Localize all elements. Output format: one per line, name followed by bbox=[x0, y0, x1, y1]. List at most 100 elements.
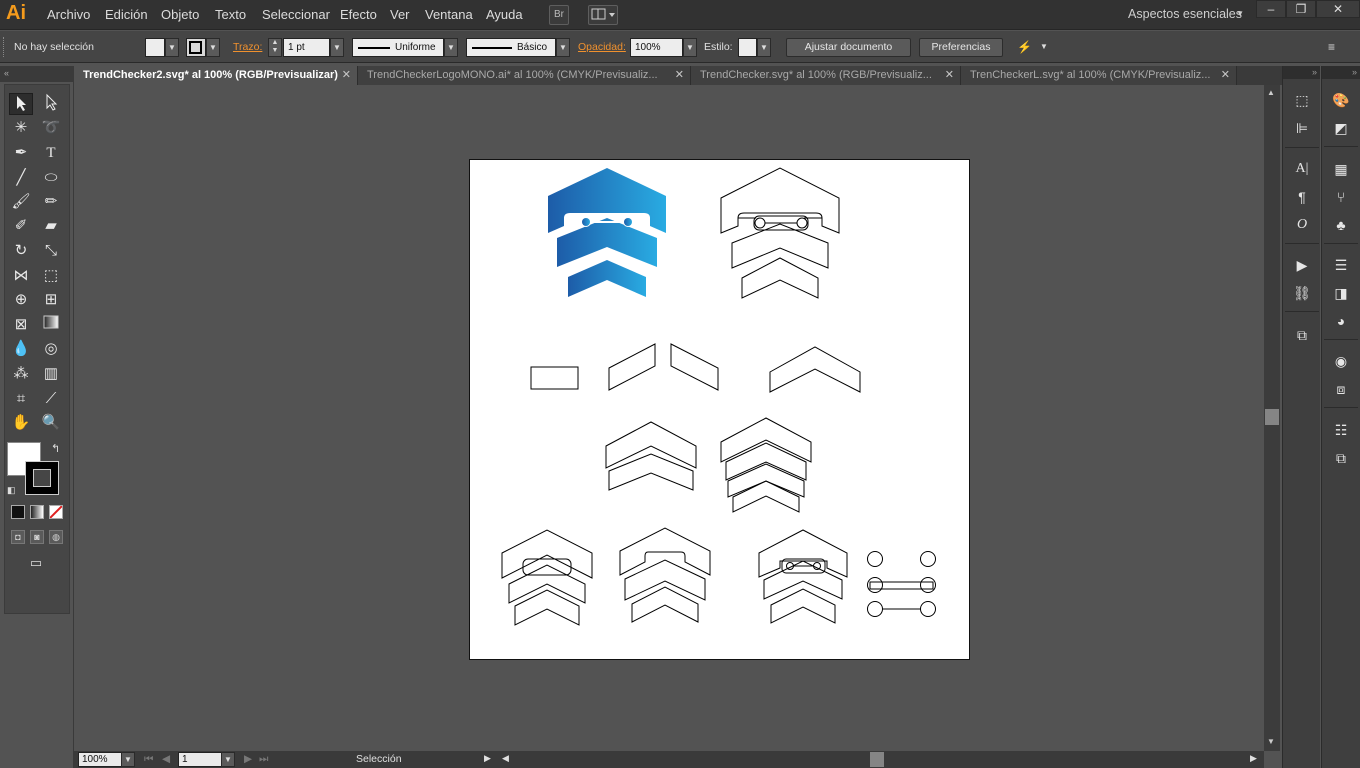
tools-panel-header[interactable]: « bbox=[0, 66, 74, 82]
canvas-area[interactable] bbox=[74, 85, 1264, 751]
none-mode-icon[interactable] bbox=[49, 505, 63, 519]
menu-efecto[interactable]: Efecto bbox=[340, 7, 377, 22]
appearance-panel-icon[interactable]: ◉ bbox=[1328, 350, 1354, 372]
arrange-dropdown-icon[interactable]: ▼ bbox=[1040, 42, 1048, 51]
stroke-weight-stepper[interactable]: ▲ ▼ bbox=[268, 38, 282, 57]
magic-wand-tool-icon[interactable]: ✳ bbox=[9, 117, 33, 139]
preferences-button[interactable]: Preferencias bbox=[919, 38, 1003, 57]
symbol-sprayer-tool-icon[interactable]: ⁂ bbox=[9, 363, 33, 385]
style-dropdown[interactable]: ▼ bbox=[757, 38, 771, 57]
next-artboard-icon[interactable]: ▶ bbox=[244, 753, 252, 765]
menu-ayuda[interactable]: Ayuda bbox=[486, 7, 523, 22]
prev-artboard-icon[interactable]: ◀ bbox=[162, 753, 170, 765]
control-bar-grip[interactable] bbox=[3, 37, 5, 57]
actions-panel-icon[interactable]: ▶ bbox=[1289, 254, 1315, 276]
menu-objeto[interactable]: Objeto bbox=[161, 7, 199, 22]
workspace-dropdown-icon[interactable]: ▼ bbox=[1236, 9, 1244, 18]
menu-edicion[interactable]: Edición bbox=[105, 7, 148, 22]
opacity-field[interactable]: 100% bbox=[630, 38, 683, 57]
transform-panel-icon[interactable]: ⬚ bbox=[1289, 89, 1315, 111]
tab-trendchecker2[interactable]: TrendChecker2.svg* al 100% (RGB/Previsua… bbox=[74, 66, 358, 85]
tab-trendcheckerlogomono[interactable]: TrendCheckerLogoMONO.ai* al 100% (CMYK/P… bbox=[358, 66, 691, 85]
horizontal-scroll-thumb[interactable] bbox=[870, 752, 884, 767]
fill-dropdown[interactable]: ▼ bbox=[165, 38, 179, 57]
gradient-mode-icon[interactable] bbox=[30, 505, 44, 519]
paintbrush-tool-icon[interactable]: 🖌 bbox=[9, 191, 33, 213]
stroke-color-box[interactable] bbox=[25, 461, 59, 495]
brushes-panel-icon[interactable]: ⑂ bbox=[1328, 186, 1354, 208]
swap-fill-stroke-icon[interactable]: ↰ bbox=[51, 442, 60, 455]
restore-button[interactable]: ❐ bbox=[1286, 0, 1316, 18]
scroll-left-icon[interactable]: ◀ bbox=[502, 753, 509, 764]
fill-swatch[interactable] bbox=[145, 38, 165, 57]
menu-ver[interactable]: Ver bbox=[390, 7, 410, 22]
tab-trencheckerl[interactable]: TrenCheckerL.svg* al 100% (CMYK/Previsua… bbox=[961, 66, 1237, 85]
document-setup-button[interactable]: Ajustar documento bbox=[786, 38, 911, 57]
status-menu-icon[interactable]: ▶ bbox=[484, 753, 491, 764]
logo-outline[interactable] bbox=[720, 167, 840, 299]
scroll-up-icon[interactable]: ▲ bbox=[1267, 88, 1275, 97]
vertical-scrollbar[interactable]: ▲ ▼ bbox=[1264, 85, 1280, 751]
close-tab-icon[interactable]: ✕ bbox=[1221, 66, 1230, 84]
shape-builder-tool-icon[interactable]: ⊕ bbox=[9, 289, 33, 311]
stroke-weight-field[interactable]: 1 pt bbox=[283, 38, 330, 57]
arrange-icon[interactable]: ⚡ bbox=[1017, 40, 1032, 54]
arrange-documents-button[interactable] bbox=[588, 5, 618, 25]
blend-tool-icon[interactable]: ◎ bbox=[39, 338, 63, 360]
stroke-dropdown[interactable]: ▼ bbox=[206, 38, 220, 57]
lasso-tool-icon[interactable]: ➰ bbox=[39, 117, 63, 139]
selection-tool-icon[interactable] bbox=[9, 93, 33, 115]
type-tool-icon[interactable]: T bbox=[39, 142, 63, 164]
close-tab-icon[interactable]: ✕ bbox=[675, 66, 684, 84]
color-panel-icon[interactable]: 🎨 bbox=[1328, 89, 1354, 111]
line-segment-tool-icon[interactable]: ╱ bbox=[9, 167, 33, 189]
zoom-tool-icon[interactable]: 🔍 bbox=[39, 412, 63, 434]
stroke-swatch[interactable] bbox=[186, 38, 206, 57]
scroll-right-icon[interactable]: ▶ bbox=[1250, 753, 1257, 764]
opentype-panel-icon[interactable]: O bbox=[1289, 214, 1315, 236]
dock-collapse-button[interactable]: » bbox=[1322, 66, 1360, 79]
zoom-field[interactable]: 100% bbox=[78, 752, 122, 767]
free-transform-tool-icon[interactable]: ⬚ bbox=[39, 265, 63, 287]
menu-ventana[interactable]: Ventana bbox=[425, 7, 473, 22]
transparency-panel-icon[interactable]: ◕ bbox=[1328, 310, 1354, 332]
artboards-panel-icon[interactable]: ⧉ bbox=[1289, 324, 1315, 346]
paragraph-panel-icon[interactable]: ¶ bbox=[1289, 186, 1315, 208]
rotate-tool-icon[interactable]: ↻ bbox=[9, 240, 33, 262]
pencil-tool-icon[interactable]: ✏ bbox=[39, 191, 63, 213]
symbols-panel-icon[interactable]: ♣ bbox=[1328, 214, 1354, 236]
opacity-dropdown[interactable]: ▼ bbox=[683, 38, 697, 57]
mesh-tool-icon[interactable]: ⊠ bbox=[9, 314, 33, 336]
links-panel-icon[interactable]: ⛓ bbox=[1289, 282, 1315, 304]
graphic-styles-panel-icon[interactable]: ⧈ bbox=[1328, 378, 1354, 400]
column-graph-tool-icon[interactable]: ▥ bbox=[39, 363, 63, 385]
blob-brush-tool-icon[interactable]: ✐ bbox=[9, 215, 33, 237]
menu-texto[interactable]: Texto bbox=[215, 7, 246, 22]
zoom-dropdown[interactable]: ▼ bbox=[121, 752, 135, 767]
close-window-button[interactable]: ✕ bbox=[1316, 0, 1360, 18]
brush-definition[interactable]: Básico bbox=[466, 38, 556, 57]
gradient-tool-icon[interactable] bbox=[39, 314, 63, 336]
close-tab-icon[interactable]: ✕ bbox=[342, 66, 351, 84]
eraser-tool-icon[interactable]: ▰ bbox=[39, 215, 63, 237]
scroll-down-icon[interactable]: ▼ bbox=[1267, 737, 1275, 746]
scale-tool-icon[interactable]: ⤡ bbox=[39, 240, 63, 262]
align-panel-icon[interactable]: ⊫ bbox=[1289, 117, 1315, 139]
artboards-list-panel-icon[interactable]: ⧉ bbox=[1328, 447, 1354, 469]
width-tool-icon[interactable]: ⋈ bbox=[9, 265, 33, 287]
connector-shapes[interactable] bbox=[867, 551, 936, 617]
default-fill-stroke-icon[interactable]: ◧ bbox=[7, 485, 16, 496]
brush-dropdown[interactable]: ▼ bbox=[556, 38, 570, 57]
first-artboard-icon[interactable]: ⏮ bbox=[144, 753, 153, 766]
current-tool-status[interactable]: Selección bbox=[356, 753, 402, 765]
draw-inside-icon[interactable]: ◍ bbox=[49, 530, 63, 544]
bridge-button[interactable]: Br bbox=[549, 5, 569, 25]
draw-behind-icon[interactable]: ◙ bbox=[30, 530, 44, 544]
shape-pieces[interactable] bbox=[530, 343, 861, 393]
variable-width-profile[interactable]: Uniforme bbox=[352, 38, 444, 57]
slice-tool-icon[interactable]: ⟋ bbox=[39, 388, 63, 410]
character-panel-icon[interactable]: A| bbox=[1289, 158, 1315, 180]
minimize-button[interactable]: – bbox=[1256, 0, 1286, 18]
logo-color[interactable] bbox=[548, 168, 666, 297]
artboard[interactable] bbox=[469, 159, 970, 660]
